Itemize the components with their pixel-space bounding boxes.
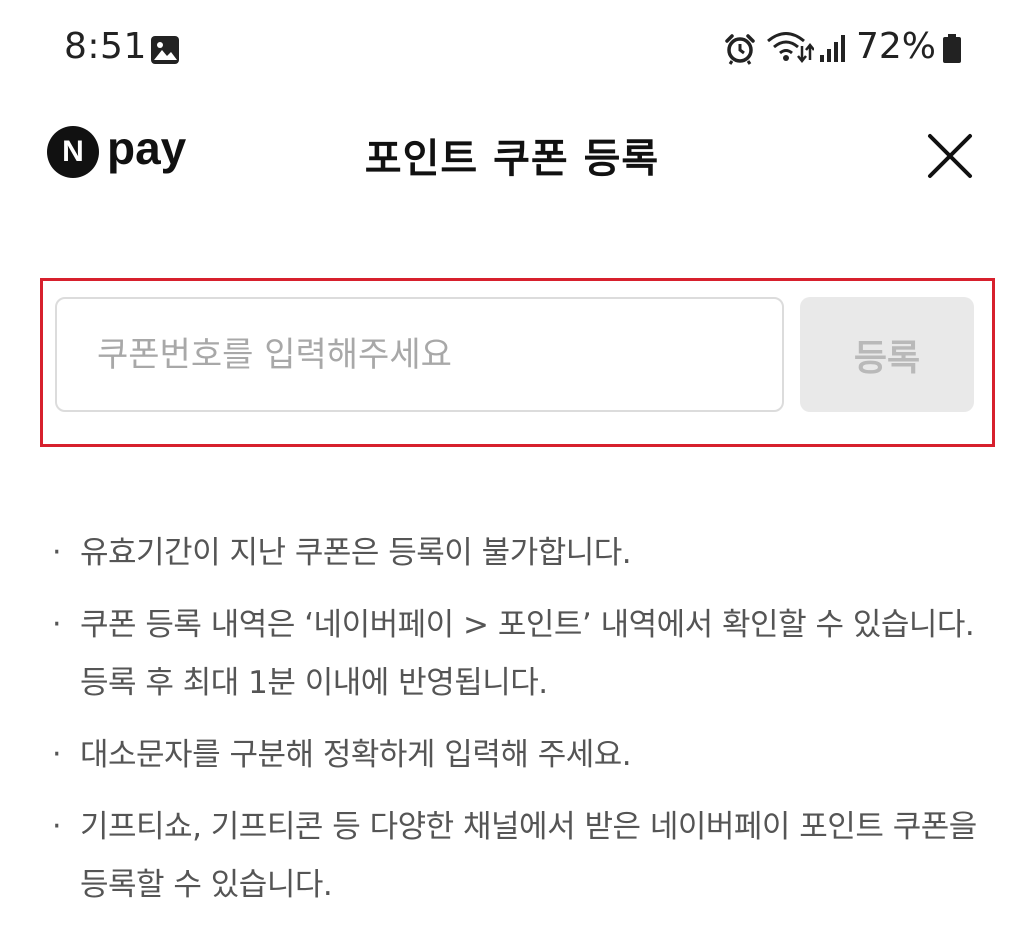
- screen: 8:51 72% N pay 포인트 쿠폰 등록 쿠폰번호를 입력해주세요 등록…: [0, 0, 1024, 934]
- wifi-icon: [767, 32, 814, 64]
- close-icon: [928, 134, 972, 178]
- bullet: ·: [52, 809, 62, 844]
- bullet: ·: [52, 535, 62, 570]
- notice-text: 유효기간이 지난 쿠폰은 등록이 불가합니다.: [80, 535, 632, 571]
- notice-item: · 대소문자를 구분해 정확하게 입력해 주세요.: [48, 726, 978, 784]
- notice-text: 기프티쇼, 기프티콘 등 다양한 채널에서 받은 네이버페이 포인트 쿠폰을 등…: [80, 809, 977, 903]
- notice-text: 대소문자를 구분해 정확하게 입력해 주세요.: [80, 737, 632, 773]
- notice-item: · 유효기간이 지난 쿠폰은 등록이 불가합니다.: [48, 524, 978, 582]
- status-time: 8:51: [64, 26, 147, 67]
- gallery-icon: [151, 36, 179, 64]
- bullet: ·: [52, 737, 62, 772]
- notice-text: 쿠폰 등록 내역은 ‘네이버페이 > 포인트’ 내역에서 확인할 수 있습니다.…: [80, 607, 975, 701]
- notice-item: · 기프티쇼, 기프티콘 등 다양한 채널에서 받은 네이버페이 포인트 쿠폰을…: [48, 798, 978, 914]
- notice-item: · 쿠폰 등록 내역은 ‘네이버페이 > 포인트’ 내역에서 확인할 수 있습니…: [48, 596, 978, 712]
- coupon-form-highlight: 등록: [40, 278, 995, 447]
- alarm-icon: [725, 34, 755, 65]
- page-title: 포인트 쿠폰 등록: [364, 136, 660, 182]
- header: N pay 포인트 쿠폰 등록: [0, 100, 1024, 210]
- status-bar: 8:51 72%: [0, 0, 1024, 96]
- coupon-number-input[interactable]: [55, 297, 784, 412]
- bullet: ·: [52, 607, 62, 642]
- battery-icon: [943, 34, 961, 63]
- battery-percent: 72%: [856, 26, 937, 67]
- signal-icon: [820, 35, 845, 62]
- notice-list: · 유효기간이 지난 쿠폰은 등록이 불가합니다. · 쿠폰 등록 내역은 ‘네…: [48, 524, 978, 928]
- register-button[interactable]: 등록: [800, 297, 974, 412]
- close-button[interactable]: [920, 126, 980, 186]
